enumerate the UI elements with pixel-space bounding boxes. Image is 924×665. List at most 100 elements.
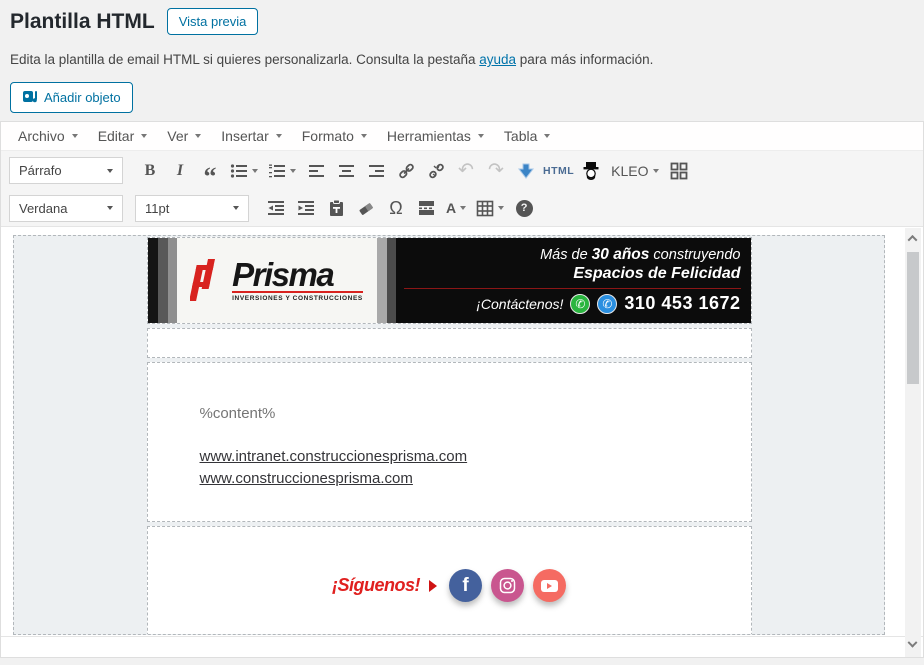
menu-formato[interactable]: Formato [292, 124, 377, 148]
html-template-editor: Archivo Editar Ver Insertar Formato Herr… [0, 121, 924, 658]
stripe [147, 238, 158, 323]
banner-slogan-line2: Espacios de Felicidad [573, 265, 741, 282]
chevron-down-icon [195, 134, 202, 138]
content-placeholder: %content% [199, 405, 276, 422]
description-text-after: para más información. [516, 52, 654, 67]
chevron-down-icon [141, 134, 148, 138]
text-color-letter: A [446, 200, 457, 216]
insert-link-button[interactable] [393, 157, 419, 184]
align-center-button[interactable] [333, 157, 359, 184]
outdent-button[interactable] [263, 195, 289, 222]
contact-row: ¡Contáctenos! ✆ ✆ 310 453 1672 [404, 293, 741, 314]
italic-button[interactable]: I [167, 157, 193, 184]
align-center-icon [338, 164, 354, 177]
banner-slogan-line1: Más de 30 años construyendo [404, 246, 741, 264]
email-footer-row[interactable]: ¡Síguenos! f [146, 526, 752, 634]
bullet-list-icon [230, 163, 247, 178]
chevron-down-icon [71, 134, 78, 138]
youtube-icon[interactable] [533, 569, 566, 602]
media-icon [22, 88, 38, 107]
stripe [386, 238, 396, 323]
table-icon [476, 200, 494, 216]
hatman-plugin-button[interactable] [578, 157, 604, 184]
read-more-button[interactable] [513, 157, 539, 184]
email-template-table[interactable]: Prisma INVERSIONES Y CONSTRUCCIONES Más … [146, 237, 752, 634]
font-family-select[interactable]: Verdana [9, 194, 123, 222]
page-break-button[interactable] [413, 195, 439, 222]
editor-content-area[interactable]: Prisma INVERSIONES Y CONSTRUCCIONES Más … [1, 227, 923, 636]
special-character-button[interactable]: Ω [383, 195, 409, 222]
email-spacer-row[interactable] [146, 328, 752, 358]
menu-tabla[interactable]: Tabla [494, 124, 560, 148]
facebook-icon[interactable]: f [449, 569, 482, 602]
description: Edita la plantilla de email HTML si quie… [10, 52, 914, 67]
page-header: Plantilla HTML Vista previa Edita la pla… [0, 0, 924, 113]
instagram-icon[interactable] [491, 569, 524, 602]
align-right-button[interactable] [363, 157, 389, 184]
bullet-list-button[interactable] [227, 157, 261, 184]
menu-archivo[interactable]: Archivo [8, 124, 88, 148]
website-link[interactable]: www.construccionesprisma.com [200, 468, 751, 490]
menu-insertar[interactable]: Insertar [211, 124, 291, 148]
align-right-icon [368, 164, 384, 177]
preview-button[interactable]: Vista previa [166, 8, 259, 35]
email-content-row[interactable]: %content% www.intranet.construccionespri… [146, 362, 752, 522]
unlink-icon [428, 163, 444, 178]
add-media-label: Añadir objeto [44, 90, 121, 105]
align-left-button[interactable] [303, 157, 329, 184]
editor-scrollbar[interactable] [905, 228, 921, 657]
scroll-down-icon[interactable] [907, 637, 918, 650]
stripe [376, 238, 387, 323]
help-link[interactable]: ayuda [479, 52, 516, 67]
redo-button[interactable]: ↷ [483, 157, 509, 184]
menu-ver[interactable]: Ver [157, 124, 211, 148]
undo-button[interactable]: ↶ [453, 157, 479, 184]
phone-icon: ✆ [597, 293, 618, 314]
menu-herramientas[interactable]: Herramientas [377, 124, 494, 148]
chevron-down-icon [290, 168, 296, 173]
chevron-down-icon [477, 134, 484, 138]
menu-editar[interactable]: Editar [88, 124, 158, 148]
chevron-down-icon [252, 168, 258, 173]
menu-formato-label: Formato [301, 128, 354, 144]
prisma-logo: Prisma INVERSIONES Y CONSTRUCCIONES [176, 238, 377, 323]
help-button[interactable]: ? [511, 195, 537, 222]
html-source-button[interactable]: HTML [543, 157, 574, 184]
text-color-a: A [446, 200, 457, 216]
menu-editar-label: Editar [97, 128, 135, 144]
table-button[interactable] [473, 195, 507, 222]
indent-button[interactable] [293, 195, 319, 222]
slogan-pre: Más de [540, 247, 592, 263]
paste-as-text-button[interactable] [323, 195, 349, 222]
banner-right-panel: Más de 30 años construyendo Espacios de … [395, 238, 751, 323]
font-size-value: 11pt [145, 200, 170, 216]
font-size-select[interactable]: 11pt [135, 194, 249, 222]
text-color-button[interactable]: A [443, 195, 469, 222]
kleo-dropdown[interactable]: KLEO [608, 157, 661, 184]
phone-number: 310 453 1672 [624, 293, 741, 313]
bold-button[interactable]: B [137, 157, 163, 184]
block-format-value: Párrafo [19, 163, 62, 178]
block-format-select[interactable]: Párrafo [9, 157, 123, 184]
chevron-down-icon [544, 134, 551, 138]
clear-formatting-button[interactable] [353, 195, 379, 222]
numbered-list-icon [269, 164, 285, 177]
email-outer-table-cell[interactable]: Prisma INVERSIONES Y CONSTRUCCIONES Más … [13, 235, 885, 635]
stripe [167, 238, 177, 323]
blockquote-button[interactable]: “ [197, 163, 223, 190]
hatman-icon [583, 161, 599, 180]
chevron-down-icon [360, 134, 367, 138]
numbered-list-button[interactable] [265, 157, 299, 184]
scrollbar-thumb[interactable] [907, 252, 919, 384]
slogan-post: construyendo [649, 247, 741, 263]
intranet-link[interactable]: www.intranet.construccionesprisma.com [200, 446, 751, 468]
menu-tabla-label: Tabla [503, 128, 538, 144]
youtube-play-icon [541, 579, 558, 592]
remove-link-button[interactable] [423, 157, 449, 184]
email-header-row[interactable]: Prisma INVERSIONES Y CONSTRUCCIONES Más … [146, 237, 752, 324]
scroll-up-icon[interactable] [907, 234, 918, 245]
shortcodes-grid-button[interactable] [666, 157, 692, 184]
page-title: Plantilla HTML [10, 9, 155, 33]
add-media-button[interactable]: Añadir objeto [10, 82, 133, 113]
grid-icon [670, 162, 687, 179]
